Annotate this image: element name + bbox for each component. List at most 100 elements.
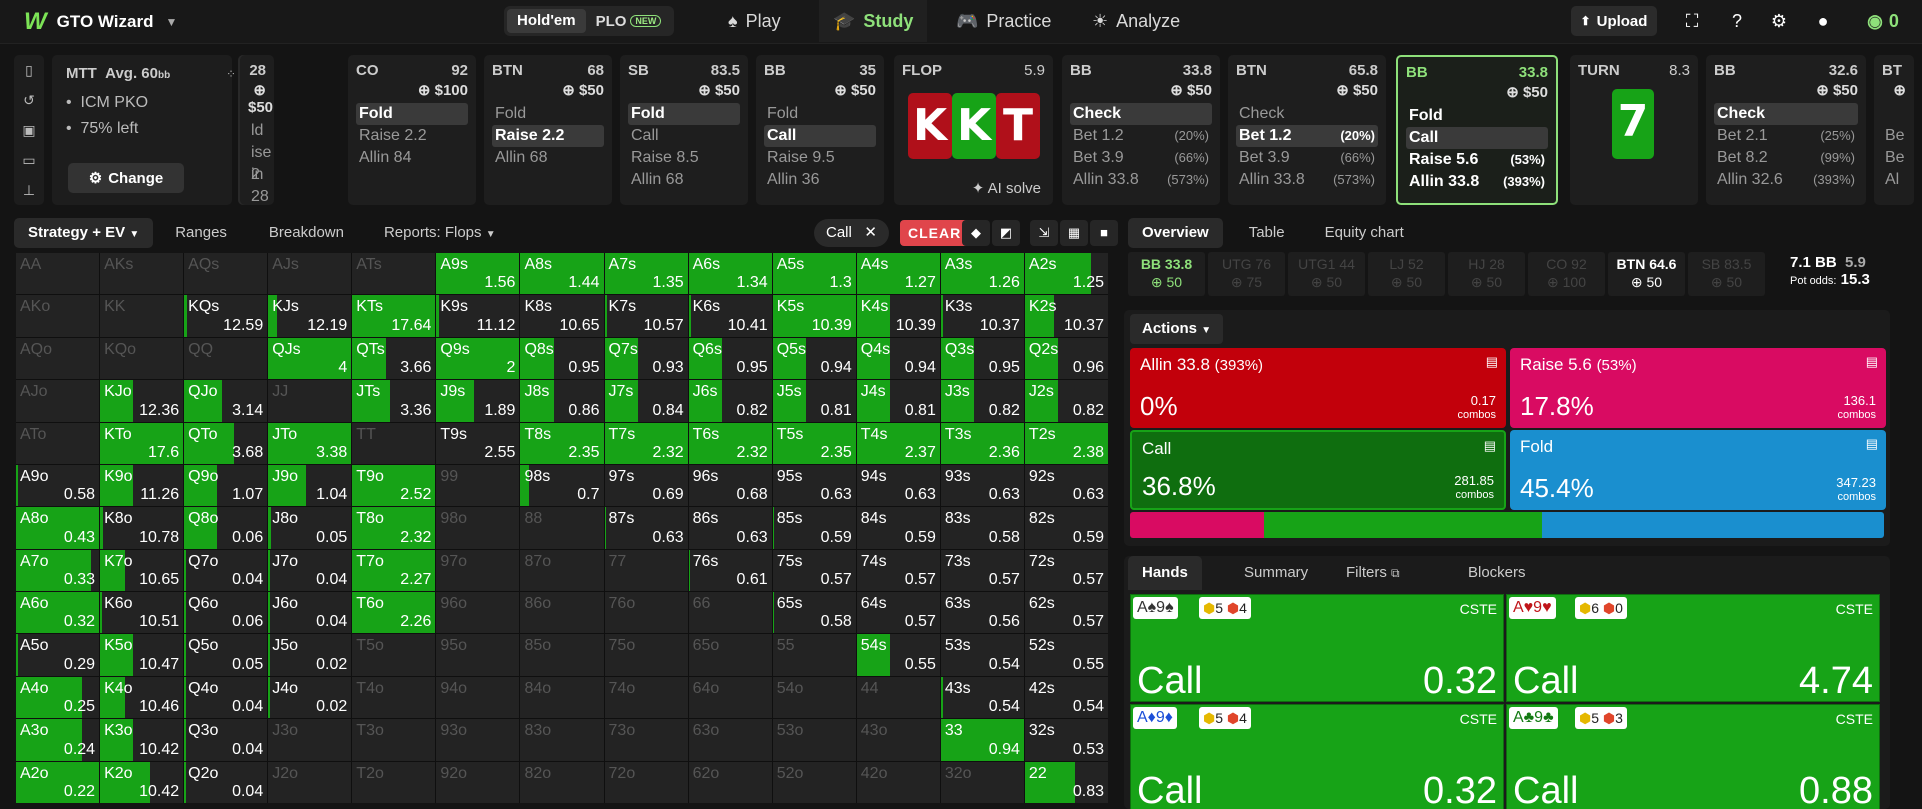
ai-solve-button[interactable]: ✦ AI solve xyxy=(972,179,1041,197)
hand-card[interactable]: A♦9♦ ⬢5 ⬢4 CSTE Call 0.32 xyxy=(1130,704,1504,809)
hand-cell[interactable]: 74o xyxy=(604,676,688,719)
hand-cell[interactable]: Q3s 0.95 xyxy=(940,337,1024,380)
hand-cell[interactable]: KJo 12.36 xyxy=(100,380,184,422)
hand-cell[interactable]: Q8o 0.06 xyxy=(184,507,268,549)
action-slot[interactable]: BB 33.8 ⊕ $50 Fold Call Raise 5.6 (53%) Allin 3… xyxy=(1396,55,1558,205)
slot-action[interactable]: Be xyxy=(1882,125,1906,147)
hand-cell[interactable]: QJo 3.14 xyxy=(184,380,268,422)
hand-cell[interactable]: K9s 11.12 xyxy=(436,295,520,337)
hand-cell[interactable]: A5s 1.3 xyxy=(772,253,856,295)
hand-cell[interactable]: 73o xyxy=(604,719,688,761)
hand-cell[interactable]: 42s 0.54 xyxy=(1024,676,1108,719)
hand-cell[interactable]: 94s 0.63 xyxy=(856,464,940,507)
slot-action[interactable]: Be xyxy=(1882,147,1906,169)
position-chip[interactable]: BB 33.8 ⊕ 50 xyxy=(1128,252,1205,296)
hand-cell[interactable]: A8o 0.43 xyxy=(16,507,100,549)
hand-cell[interactable]: ATs xyxy=(352,253,436,295)
hand-cell[interactable]: KK xyxy=(100,295,184,337)
hand-cell[interactable]: 66 xyxy=(688,592,772,634)
hand-cell[interactable]: 96s 0.68 xyxy=(688,464,772,507)
hand-cell[interactable]: JTs 3.36 xyxy=(352,380,436,422)
tab-summary[interactable]: Summary xyxy=(1230,556,1322,590)
hand-cell[interactable]: Q2s 0.96 xyxy=(1024,337,1108,380)
hand-cell[interactable]: 54s 0.55 xyxy=(856,634,940,676)
app-switcher[interactable]: W GTO Wizard ▼ xyxy=(24,8,194,36)
nav-analyze[interactable]: ☀ Analyze xyxy=(1078,0,1194,42)
tab-breakdown[interactable]: Breakdown xyxy=(255,218,358,248)
hand-cell[interactable]: T8s 2.35 xyxy=(520,422,604,464)
hand-cell[interactable]: 76s 0.61 xyxy=(688,549,772,592)
hand-cell[interactable]: Q4o 0.04 xyxy=(184,676,268,719)
action-slot[interactable]: CO 92 ⊕ $100 Fold Raise 2.2 Allin 84 xyxy=(348,55,476,205)
hand-cell[interactable]: A3s 1.26 xyxy=(940,253,1024,295)
save-icon[interactable]: ▣ xyxy=(22,122,35,139)
hand-cell[interactable]: 97s 0.69 xyxy=(604,464,688,507)
upload-button[interactable]: ⬆ Upload xyxy=(1571,6,1657,36)
hand-card[interactable]: A♠9♠ ⬢5 ⬢4 CSTE Call 0.32 xyxy=(1130,594,1504,702)
tab-ranges[interactable]: Ranges xyxy=(161,218,241,248)
hand-cell[interactable]: 98s 0.7 xyxy=(520,464,604,507)
slot-action[interactable]: Bet 1.2 (20%) xyxy=(1070,125,1212,147)
slot-action[interactable]: Bet 3.9 (66%) xyxy=(1070,147,1212,169)
filter-chip[interactable]: Call ✕ xyxy=(814,219,889,247)
hand-cell[interactable]: 43o xyxy=(856,719,940,761)
hand-cell[interactable]: 87o xyxy=(520,549,604,592)
action-slot[interactable]: BB 33.8 ⊕ $50 Check Bet 1.2 (20%) Bet 3.9 (66%)… xyxy=(1062,55,1220,205)
hand-cell[interactable]: 93o xyxy=(436,719,520,761)
slot-action[interactable]: Bet 8.2 (99%) xyxy=(1714,147,1858,169)
compress-icon[interactable]: ⇲ xyxy=(1030,220,1058,246)
tab-hands[interactable]: Hands xyxy=(1128,556,1202,590)
hand-cell[interactable]: T5o xyxy=(352,634,436,676)
hand-cell[interactable]: 55 xyxy=(772,634,856,676)
slot-action[interactable]: Bet 1.2 (20%) xyxy=(1236,125,1378,147)
hand-cell[interactable]: T5s 2.35 xyxy=(772,422,856,464)
hand-cell[interactable]: AKs xyxy=(100,253,184,295)
hand-card[interactable]: A♥9♥ ⬢6 ⬢0 CSTE Call 4.74 xyxy=(1506,594,1880,702)
hand-cell[interactable]: J3s 0.82 xyxy=(940,380,1024,422)
hand-cell[interactable]: T9s 2.55 xyxy=(436,422,520,464)
hand-cell[interactable]: KTo 17.6 xyxy=(100,422,184,464)
tab-holdem[interactable]: Hold'em xyxy=(507,9,586,33)
slot-action[interactable]: Allin 33.8 (393%) xyxy=(1406,171,1548,193)
hand-cell[interactable]: 82s 0.59 xyxy=(1024,507,1108,549)
hand-cell[interactable]: 86o xyxy=(520,592,604,634)
hand-cell[interactable]: ATo xyxy=(16,422,100,464)
hand-cell[interactable]: K7s 10.57 xyxy=(604,295,688,337)
hand-cell[interactable]: 92o xyxy=(436,761,520,803)
nav-study[interactable]: 🎓 Study xyxy=(819,0,928,42)
clear-button[interactable]: CLEAR xyxy=(900,220,970,246)
hand-cell[interactable]: 53o xyxy=(772,719,856,761)
flop-board[interactable]: FLOP 5.9 K K T ✦ AI solve xyxy=(894,55,1053,205)
position-chip[interactable]: LJ 52 ⊕ 50 xyxy=(1368,252,1445,296)
hand-cell[interactable]: T6o 2.26 xyxy=(352,592,436,634)
slot-action[interactable]: Fold xyxy=(492,103,604,125)
tab-strategy-ev[interactable]: Strategy + EV ▼ xyxy=(14,218,154,248)
hand-cell[interactable]: T2s 2.38 xyxy=(1024,422,1108,464)
hand-cell[interactable]: TT xyxy=(352,422,436,464)
slot-action[interactable]: Fold xyxy=(764,103,876,125)
action-summary-card[interactable]: Allin 33.8 (393%) ▤ 0% 0.17 combos xyxy=(1130,348,1506,428)
hand-cell[interactable]: 92s 0.63 xyxy=(1024,464,1108,507)
slot-action[interactable]: ise 2 xyxy=(248,142,271,183)
slot-action[interactable]: Allin 36 xyxy=(764,169,876,191)
hand-cell[interactable]: K8o 10.78 xyxy=(100,507,184,549)
hand-cell[interactable]: 52o xyxy=(772,761,856,803)
hand-cell[interactable]: 76o xyxy=(604,592,688,634)
slot-action[interactable]: Allin 84 xyxy=(356,147,468,169)
hand-cell[interactable]: JTo 3.38 xyxy=(268,422,352,464)
hand-cell[interactable]: QJs 4 xyxy=(268,337,352,380)
slot-action[interactable]: Raise 2.2 xyxy=(492,125,604,147)
change-button[interactable]: ⚙ Change xyxy=(68,163,184,193)
slot-action[interactable]: Allin 32.6 (393%) xyxy=(1714,169,1858,191)
hand-cell[interactable]: 62o xyxy=(688,761,772,803)
slot-action[interactable]: Fold xyxy=(356,103,468,125)
hand-cell[interactable]: J3o xyxy=(268,719,352,761)
hand-cell[interactable]: 65o xyxy=(688,634,772,676)
hand-cell[interactable]: AQo xyxy=(16,337,100,380)
tab-equity-chart[interactable]: Equity chart xyxy=(1311,218,1418,248)
hand-cell[interactable]: A7s 1.35 xyxy=(604,253,688,295)
hand-cell[interactable]: 74s 0.57 xyxy=(856,549,940,592)
hand-cell[interactable]: A4o 0.25 xyxy=(16,676,100,719)
bookmark-icon[interactable]: ▯ xyxy=(25,62,33,79)
slot-action[interactable] xyxy=(1882,103,1906,125)
